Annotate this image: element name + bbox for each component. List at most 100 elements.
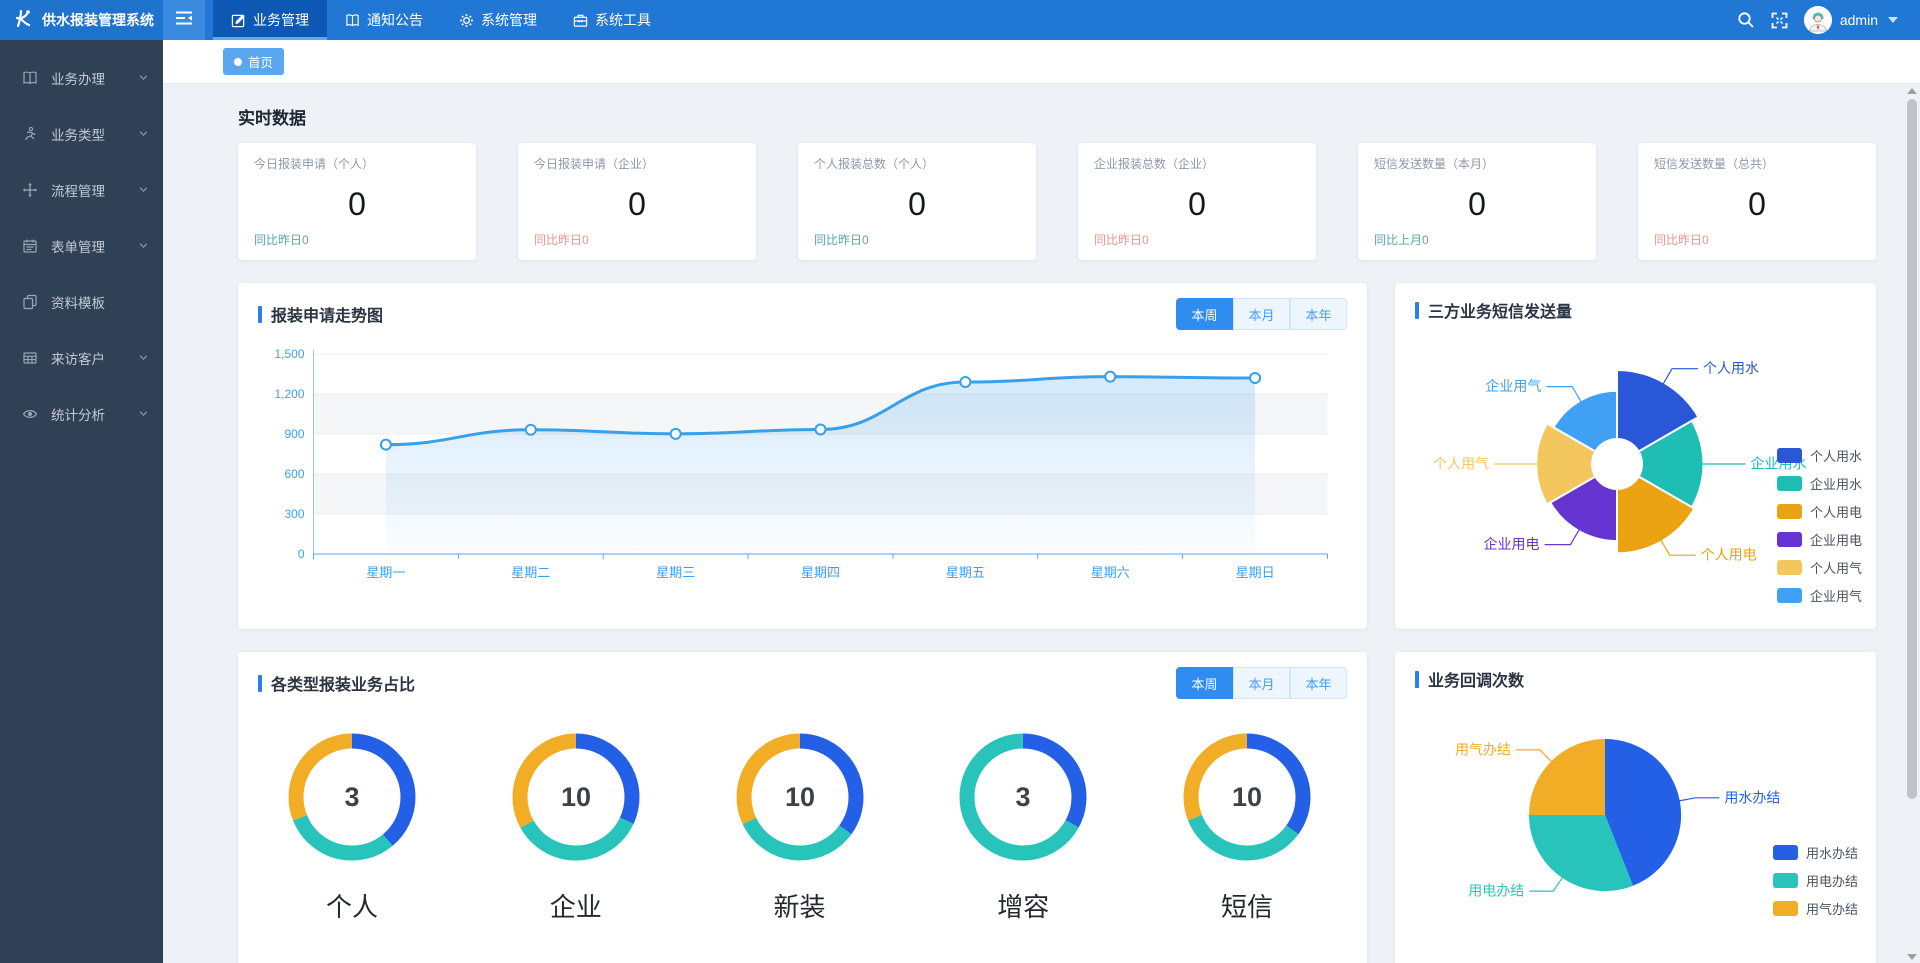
sidebar-item-label: 表单管理 xyxy=(51,236,105,256)
stat-label: 企业报装总数（企业） xyxy=(1094,155,1300,172)
sidebar: 业务办理业务类型流程管理表单管理资料模板来访客户统计分析 xyxy=(0,40,163,963)
svg-text:10: 10 xyxy=(784,782,814,812)
navbar-right: admin xyxy=(1737,0,1920,40)
legend-swatch xyxy=(1777,560,1802,575)
donut-新装: 10新装 xyxy=(736,733,864,924)
svg-text:10: 10 xyxy=(1232,782,1262,812)
sidebar-item-5[interactable]: 资料模板 xyxy=(0,274,163,330)
range-button-本年[interactable]: 本年 xyxy=(1290,667,1347,699)
main-menu: 业务管理 通知公告 系统管理系统工具 xyxy=(213,0,669,40)
sidebar-item-6[interactable]: 来访客户 xyxy=(0,330,163,386)
sidebar-collapse-button[interactable] xyxy=(163,0,205,40)
scrollbar-thumb[interactable] xyxy=(1907,99,1917,799)
nav-item-4[interactable]: 系统工具 xyxy=(555,0,669,40)
svg-text:星期二: 星期二 xyxy=(511,565,550,580)
stat-card-1: 今日报装申请（个人） 0 同比昨日0 xyxy=(238,143,476,260)
legend-item-企业用气[interactable]: 企业用气 xyxy=(1777,586,1862,605)
stat-trend: 同比昨日0 xyxy=(1094,231,1149,248)
svg-text:用气办结: 用气办结 xyxy=(1455,741,1511,757)
avatar xyxy=(1804,6,1832,34)
chevron-down-icon xyxy=(138,183,149,198)
stat-value: 0 xyxy=(534,186,740,223)
sidebar-item-label: 统计分析 xyxy=(51,404,105,424)
nav-item-label: 系统管理 xyxy=(481,10,537,30)
stat-label: 短信发送数量（总共） xyxy=(1654,155,1860,172)
range-button-本月[interactable]: 本月 xyxy=(1233,667,1290,699)
stat-label: 今日报装申请（个人） xyxy=(254,155,460,172)
donut-label: 增容 xyxy=(997,887,1049,924)
user-menu[interactable]: admin xyxy=(1804,6,1898,34)
move-icon xyxy=(22,182,38,198)
section-title-realtime: 实时数据 xyxy=(238,104,1876,129)
panel-sms: 三方业务短信发送量 个人用水企业用水个人用电企业用电个人用气企业用气 个人用水企… xyxy=(1395,283,1876,629)
sidebar-item-1[interactable]: 业务办理 xyxy=(0,50,163,106)
range-button-本周[interactable]: 本周 xyxy=(1176,667,1233,699)
sidebar-item-4[interactable]: 表单管理 xyxy=(0,218,163,274)
sidebar-item-label: 业务办理 xyxy=(51,68,105,88)
sidebar-item-label: 业务类型 xyxy=(51,124,105,144)
chevron-down-icon xyxy=(1888,17,1898,23)
legend-item-企业用水[interactable]: 企业用水 xyxy=(1777,474,1862,493)
chevron-down-icon xyxy=(138,351,149,366)
chevron-down-icon xyxy=(138,127,149,142)
stat-trend: 同比昨日0 xyxy=(1654,231,1709,248)
stat-card-4: 企业报装总数（企业）0同比昨日0 xyxy=(1078,143,1316,260)
tab-dot-icon xyxy=(234,58,242,66)
panel-ratio-title: 各类型报装业务占比 xyxy=(258,671,415,695)
scroll-up-icon[interactable] xyxy=(1907,88,1917,94)
legend-item-用电办结[interactable]: 用电办结 xyxy=(1773,871,1858,890)
nav-item-label: 通知公告 xyxy=(367,10,423,30)
legend-item-企业用电[interactable]: 企业用电 xyxy=(1777,530,1862,549)
legend-item-用气办结[interactable]: 用气办结 xyxy=(1773,899,1858,918)
donut-增容: 3增容 xyxy=(959,733,1087,924)
copy-icon xyxy=(22,294,38,310)
stat-card-5: 短信发送数量（本月）0同比上月0 xyxy=(1358,143,1596,260)
nav-item-1[interactable]: 业务管理 xyxy=(213,0,327,40)
svg-text:600: 600 xyxy=(284,467,304,481)
sidebar-item-2[interactable]: 业务类型 xyxy=(0,106,163,162)
legend-item-用水办结[interactable]: 用水办结 xyxy=(1773,843,1858,862)
legend-item-个人用水[interactable]: 个人用水 xyxy=(1777,446,1862,465)
svg-text:个人用气: 个人用气 xyxy=(1433,456,1489,472)
legend-item-个人用电[interactable]: 个人用电 xyxy=(1777,502,1862,521)
stat-label: 今日报装申请（企业） xyxy=(534,155,740,172)
svg-text:企业用气: 企业用气 xyxy=(1485,378,1541,394)
search-icon[interactable] xyxy=(1737,11,1755,29)
chevron-down-icon xyxy=(138,407,149,422)
sidebar-item-7[interactable]: 统计分析 xyxy=(0,386,163,442)
legend-swatch xyxy=(1777,532,1802,547)
stat-value: 0 xyxy=(254,186,460,223)
tab-home[interactable]: 首页 xyxy=(223,48,284,75)
stat-label: 个人报装总数（个人） xyxy=(814,155,1020,172)
svg-text:10: 10 xyxy=(561,782,591,812)
stat-trend: 同比昨日0 xyxy=(254,231,309,248)
sidebar-item-label: 来访客户 xyxy=(51,348,105,368)
svg-text:用水办结: 用水办结 xyxy=(1724,789,1780,805)
row-charts-bottom: 各类型报装业务占比 本周本月本年 3个人10企业10新装3增容10短信 业务回调… xyxy=(238,652,1876,963)
hamburger-icon xyxy=(175,10,193,31)
range-button-本年[interactable]: 本年 xyxy=(1290,298,1347,330)
legend-swatch xyxy=(1773,873,1798,888)
scrollbar[interactable] xyxy=(1906,85,1918,963)
sidebar-item-3[interactable]: 流程管理 xyxy=(0,162,163,218)
legend-item-个人用气[interactable]: 个人用气 xyxy=(1777,558,1862,577)
donut-row: 3个人10企业10新装3增容10短信 xyxy=(238,705,1367,924)
legend-swatch xyxy=(1773,901,1798,916)
range-button-本周[interactable]: 本周 xyxy=(1176,298,1233,330)
panel-sms-title: 三方业务短信发送量 xyxy=(1415,298,1572,322)
range-button-本月[interactable]: 本月 xyxy=(1233,298,1290,330)
nav-item-3[interactable]: 系统管理 xyxy=(441,0,555,40)
lower-layout: 业务办理业务类型流程管理表单管理资料模板来访客户统计分析 首页 实时数据 今日报… xyxy=(0,40,1920,963)
stat-value: 0 xyxy=(1374,186,1580,223)
nav-item-2[interactable]: 通知公告 xyxy=(327,0,441,40)
scroll-down-icon[interactable] xyxy=(1907,954,1917,960)
callback-legend: 用水办结用电办结用气办结 xyxy=(1773,843,1858,918)
legend-swatch xyxy=(1777,504,1802,519)
app-logo: 供水报装管理系统 xyxy=(0,0,163,40)
tab-bar: 首页 xyxy=(163,40,1920,84)
svg-text:星期日: 星期日 xyxy=(1236,565,1275,580)
legend-swatch xyxy=(1777,588,1802,603)
svg-text:星期四: 星期四 xyxy=(801,565,840,580)
fullscreen-icon[interactable] xyxy=(1771,12,1788,29)
edit-square-icon xyxy=(231,13,246,28)
